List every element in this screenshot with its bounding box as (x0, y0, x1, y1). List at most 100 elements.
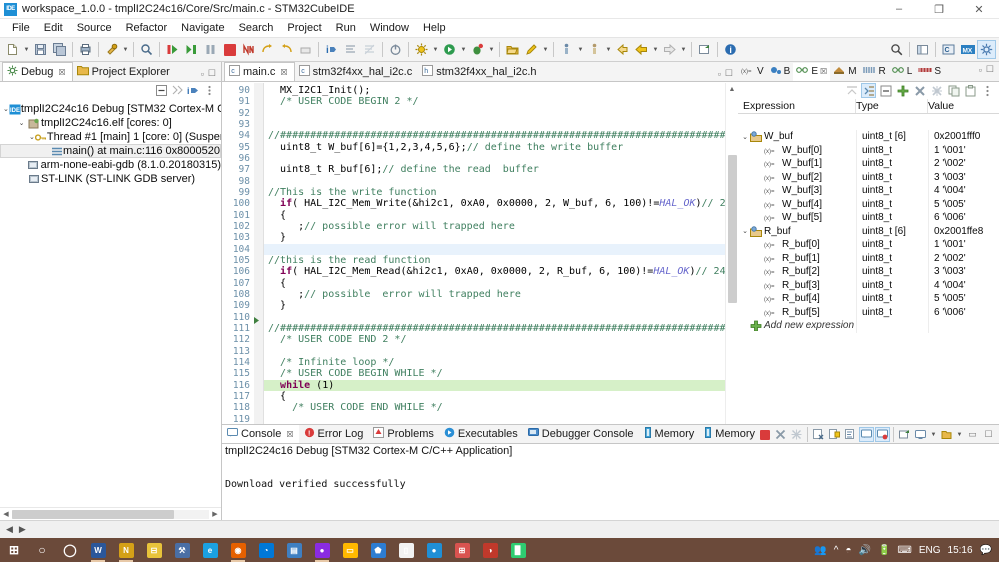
volume-icon[interactable]: 🔊 (859, 545, 871, 556)
remove-all-launches-icon[interactable] (789, 427, 804, 442)
status-forward-icon[interactable]: ▶ (19, 524, 26, 535)
open-folder-icon[interactable] (503, 40, 522, 59)
show-hidden-icons-icon[interactable]: ^ (834, 545, 839, 556)
new-file-dropdown-icon[interactable]: ▼ (22, 40, 31, 59)
add-expression-icon[interactable] (895, 83, 910, 98)
chevron-down-icon[interactable]: ⌄ (16, 119, 27, 127)
terminate-icon[interactable] (757, 427, 772, 442)
power-icon[interactable] (386, 40, 405, 59)
code-line[interactable]: if( HAL_I2C_Mem_Write(&hi2c1, 0xA0, 0x00… (264, 198, 738, 209)
display-selected-console-icon[interactable] (913, 427, 928, 442)
column-header-type[interactable]: Type (856, 99, 928, 113)
step-person-icon[interactable] (557, 40, 576, 59)
code-line[interactable] (264, 119, 738, 130)
menu-navigate[interactable]: Navigate (174, 20, 231, 36)
menu-search[interactable]: Search (232, 20, 281, 36)
expression-row[interactable]: (x)= W_buf[4] uint8_t 5 '\005' (738, 197, 999, 211)
expression-row[interactable]: (x)= W_buf[5] uint8_t 6 '\006' (738, 211, 999, 225)
expression-row[interactable]: (x)= W_buf[3] uint8_t 4 '\004' (738, 184, 999, 198)
expressions-tab-m[interactable]: M (830, 63, 859, 81)
expression-row[interactable]: (x)= R_buf[4] uint8_t 5 '\005' (738, 292, 999, 306)
editor-tab-stm32f4xx_hal_i2c-c[interactable]: c stm32f4xx_hal_i2c.c (295, 62, 419, 81)
pencil-dropdown-icon[interactable]: ▼ (541, 40, 550, 59)
expressions-tab-e[interactable]: E ☒ (793, 62, 831, 81)
taskbar-word-icon[interactable]: W (84, 538, 112, 562)
search-debug-icon[interactable] (137, 40, 156, 59)
debug-tree-node[interactable]: main() at main.c:116 0x8000520 (0, 144, 221, 158)
taskbar-security-icon[interactable]: ⬟ (364, 538, 392, 562)
code-line[interactable] (264, 346, 738, 357)
suspend-icon[interactable] (201, 40, 220, 59)
show-console-icon[interactable] (859, 427, 874, 442)
taskbar-firefox-icon[interactable]: ◉ (224, 538, 252, 562)
maximize-view-icon[interactable]: ☐ (986, 64, 994, 75)
menu-help[interactable]: Help (416, 20, 453, 36)
close-tab-icon[interactable]: ☒ (280, 68, 287, 77)
step-person2-icon[interactable] (585, 40, 604, 59)
taskbar-notepad-icon[interactable]: N (112, 538, 140, 562)
maximize-view-icon[interactable]: ☐ (981, 427, 996, 442)
open-perspective-icon[interactable] (695, 40, 714, 59)
step-into-icon[interactable] (182, 40, 201, 59)
save-all-icon[interactable] (50, 40, 69, 59)
battery-icon[interactable]: 🔋 (878, 545, 890, 556)
code-line[interactable] (264, 176, 738, 187)
paste-expressions-icon[interactable] (963, 83, 978, 98)
console-output[interactable]: Download verified successfully (222, 461, 999, 507)
expression-row[interactable]: Add new expression (738, 319, 999, 333)
debug-tab-debug[interactable]: Debug ☒ (2, 62, 73, 81)
back-dropdown-icon[interactable]: ▼ (651, 40, 660, 59)
open-console-icon[interactable] (897, 427, 912, 442)
menu-refactor[interactable]: Refactor (119, 20, 175, 36)
debug-tree-node[interactable]: ST-LINK (ST-LINK GDB server) (0, 172, 221, 186)
menu-project[interactable]: Project (280, 20, 328, 36)
taskbar-app-blue-icon[interactable]: ▤ (280, 538, 308, 562)
debug-tree-node[interactable]: arm-none-eabi-gdb (8.1.0.20180315) (0, 158, 221, 172)
taskbar-terminal-green-icon[interactable]: ▉ (504, 538, 532, 562)
console-tab-error-log[interactable]: ! Error Log (299, 425, 369, 443)
debug-icon[interactable] (468, 40, 487, 59)
collapse-all-icon[interactable] (844, 83, 859, 98)
word-wrap-icon[interactable] (843, 427, 858, 442)
debug-tree-node[interactable]: ⌄ tmplI2C24c16.elf [cores: 0] (0, 116, 221, 130)
taskbar-media-icon[interactable]: ● (308, 538, 336, 562)
code-line[interactable]: /* USER CODE BEGIN 2 */ (264, 96, 738, 107)
code-line[interactable] (264, 153, 738, 164)
code-line[interactable] (264, 108, 738, 119)
step-person-dropdown-icon[interactable]: ▼ (576, 40, 585, 59)
expression-row[interactable]: (x)= R_buf[5] uint8_t 6 '\006' (738, 305, 999, 319)
expression-row[interactable]: (x)= W_buf[0] uint8_t 1 '\001' (738, 143, 999, 157)
code-line[interactable]: uint8_t R_buf[6];// define the read buff… (264, 164, 738, 175)
pencil-icon[interactable] (522, 40, 541, 59)
notifications-icon[interactable]: 💬 (980, 545, 992, 556)
code-line[interactable]: { (264, 278, 738, 289)
expression-row[interactable]: (x)= W_buf[2] uint8_t 3 '\003' (738, 170, 999, 184)
close-tab-icon[interactable]: ☒ (820, 67, 827, 76)
taskbar-paint-icon[interactable]: ◑ (476, 538, 504, 562)
menu-run[interactable]: Run (329, 20, 363, 36)
minimize-view-icon[interactable]: ▫ (718, 69, 721, 79)
code-line[interactable]: //This is the write function (264, 187, 738, 198)
close-tab-icon[interactable]: ☒ (286, 430, 293, 439)
perspective-mx-icon[interactable]: MX (958, 40, 977, 59)
step-return-icon[interactable] (277, 40, 296, 59)
run-icon[interactable] (440, 40, 459, 59)
code-line[interactable]: } (264, 300, 738, 311)
view-menu-icon[interactable] (202, 83, 217, 98)
run-external-icon[interactable] (412, 40, 431, 59)
new-file-icon[interactable] (3, 40, 22, 59)
console-tab-memory[interactable]: Memory (639, 425, 700, 443)
chevron-down-icon[interactable]: ⌄ (740, 227, 750, 235)
expressions-tab-v[interactable]: (x)= V (738, 63, 767, 81)
code-line[interactable]: { (264, 210, 738, 221)
resume-icon[interactable] (163, 40, 182, 59)
expression-row[interactable]: (x)= R_buf[0] uint8_t 1 '\001' (738, 238, 999, 252)
back-arrow-icon[interactable] (632, 40, 651, 59)
close-button[interactable]: ✕ (959, 0, 999, 18)
taskbar-edge-icon[interactable]: ◔ (252, 538, 280, 562)
copy-expressions-icon[interactable] (946, 83, 961, 98)
expressions-tab-r[interactable]: R (860, 63, 889, 81)
print-icon[interactable] (76, 40, 95, 59)
step-person2-dropdown-icon[interactable]: ▼ (604, 40, 613, 59)
keyboard-icon[interactable]: ⌨ (897, 545, 911, 556)
